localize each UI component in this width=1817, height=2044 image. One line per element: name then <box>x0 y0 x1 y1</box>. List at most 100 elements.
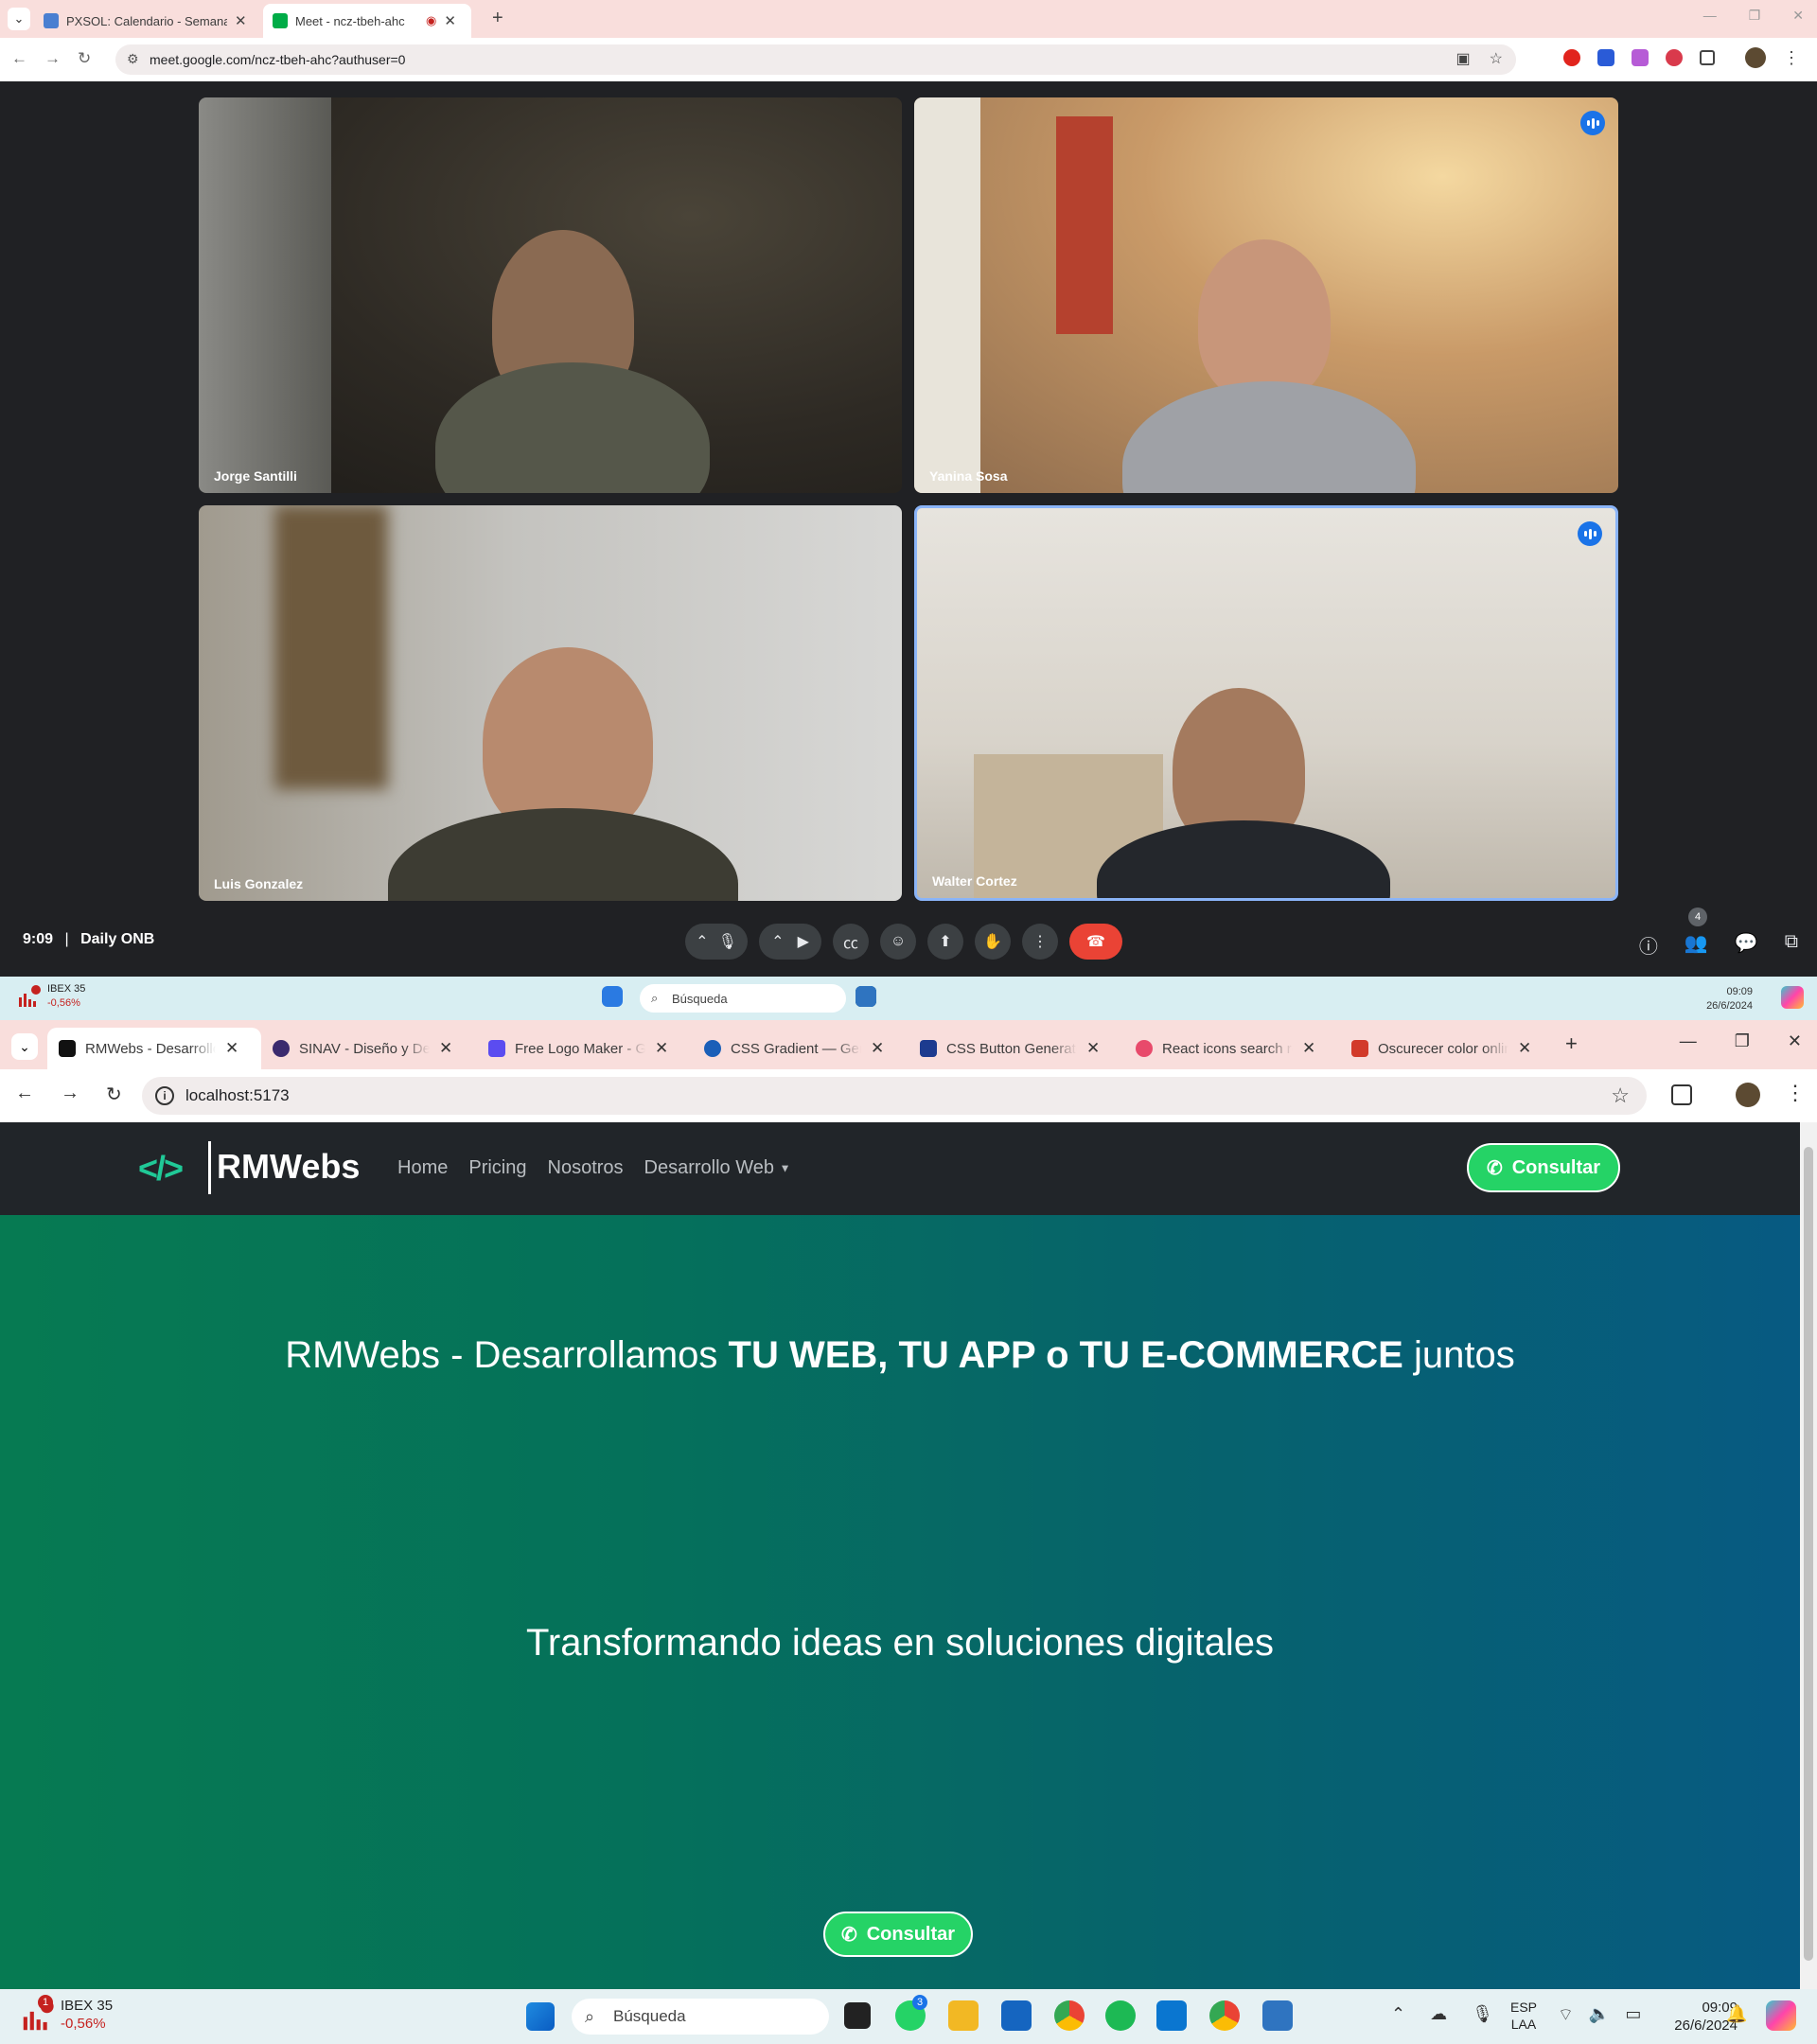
chrome-menu-icon[interactable]: ⋮ <box>1785 1081 1806 1105</box>
chat-icon[interactable]: 💬 <box>1735 931 1758 959</box>
microphone-button[interactable]: ⌃ 🎙 <box>685 924 748 960</box>
profile-avatar[interactable] <box>1745 47 1766 68</box>
leave-call-button[interactable]: ☎ <box>1069 924 1122 960</box>
chrome-icon[interactable] <box>1054 2000 1085 2031</box>
close-tab-icon[interactable]: ✕ <box>1086 1039 1100 1058</box>
ibex-widget[interactable]: 1 IBEX 35 -0,56% <box>21 1995 113 2033</box>
camera-button[interactable]: ⌃ ▶ <box>759 924 821 960</box>
copilot-icon[interactable] <box>1781 986 1804 1009</box>
file-explorer-icon[interactable] <box>948 2000 979 2031</box>
nav-link-nosotros[interactable]: Nosotros <box>548 1157 624 1179</box>
page-info-icon[interactable]: i <box>155 1086 174 1105</box>
tab-css-gradient[interactable]: CSS Gradient — Generator ✕ <box>693 1028 895 1069</box>
opera-extension-icon[interactable] <box>1563 49 1580 66</box>
close-tab-icon[interactable]: ✕ <box>1518 1039 1531 1058</box>
bookmark-star-icon[interactable]: ☆ <box>1611 1084 1630 1108</box>
language-indicator[interactable]: ESP LAA <box>1510 1999 1537 2033</box>
navbar-consultar-button[interactable]: ✆ Consultar <box>1467 1143 1620 1192</box>
participant-tile[interactable]: Yanina Sosa <box>914 97 1618 493</box>
chevron-up-icon[interactable]: ⌃ <box>1391 2004 1405 2024</box>
close-tab-icon[interactable]: ✕ <box>235 12 247 29</box>
tab-react-icons[interactable]: React icons search results ✕ <box>1124 1028 1327 1069</box>
captions-button[interactable]: ㏄ <box>833 924 869 960</box>
tab-css-button[interactable]: CSS Button Generator ✕ <box>908 1028 1111 1069</box>
restore-icon[interactable]: ❐ <box>1749 8 1761 24</box>
raise-hand-button[interactable]: ✋ <box>975 924 1011 960</box>
participant-tile-active[interactable]: Walter Cortez <box>914 505 1618 901</box>
reload-icon[interactable]: ↻ <box>78 49 91 68</box>
tab-pxsol-calendar[interactable]: PXSOL: Calendario - Semana de ✕ <box>34 4 256 38</box>
nav-dropdown-desarrollo-web[interactable]: Desarrollo Web ▼ <box>644 1157 791 1179</box>
mini-clock[interactable]: 09:09 26/6/2024 <box>1706 985 1753 1013</box>
vscode-icon[interactable] <box>1156 2000 1187 2031</box>
store-icon[interactable] <box>1001 2000 1032 2031</box>
ibex-widget[interactable]: IBEX 35 -0,56% <box>17 982 85 1011</box>
taskbar-search-box[interactable]: ⌕ Búsqueda <box>572 1999 829 2035</box>
tab-meet[interactable]: Meet - ncz-tbeh-ahc ◉ ✕ <box>263 4 471 38</box>
new-tab-button[interactable]: + <box>1565 1031 1578 1056</box>
address-bar[interactable]: ⚙ meet.google.com/ncz-tbeh-ahc?authuser=… <box>115 44 1516 75</box>
quick-settings[interactable]: ⌔ 🔈 ▭ <box>1558 2004 1641 2026</box>
site-settings-icon[interactable]: ⚙ <box>127 51 139 67</box>
extensions-puzzle-icon[interactable] <box>1671 1084 1692 1105</box>
red-extension-icon[interactable] <box>1666 49 1683 66</box>
tab-search-icon[interactable]: ⌄ <box>8 8 30 30</box>
mini-search-box[interactable]: ⌕ Búsqueda <box>640 984 846 1013</box>
new-tab-button[interactable]: + <box>492 8 503 29</box>
profile-avatar[interactable] <box>1736 1083 1760 1107</box>
back-icon[interactable]: ← <box>15 1083 34 1106</box>
brand-name[interactable]: RMWebs <box>217 1147 360 1187</box>
code-logo-icon[interactable]: </> <box>138 1149 184 1189</box>
chrome-icon[interactable] <box>1209 2000 1240 2031</box>
nav-link-home[interactable]: Home <box>397 1157 448 1179</box>
task-view-icon[interactable] <box>844 2002 871 2029</box>
forward-icon[interactable]: → <box>61 1083 79 1106</box>
chrome-menu-icon[interactable]: ⋮ <box>1783 48 1800 68</box>
shield-extension-icon[interactable] <box>1597 49 1614 66</box>
forward-icon[interactable]: → <box>44 49 61 68</box>
participant-tile[interactable]: Luis Gonzalez <box>199 505 902 901</box>
participant-tile[interactable]: Jorge Santilli <box>199 97 902 493</box>
hero-consultar-button[interactable]: ✆ Consultar <box>823 1912 973 1957</box>
notepad-icon[interactable] <box>856 986 876 1007</box>
present-button[interactable]: ⬆ <box>927 924 963 960</box>
minimize-icon[interactable]: — <box>1680 1031 1697 1051</box>
notifications-bell-icon[interactable]: 🔔 <box>1726 2004 1747 2024</box>
tab-logo-maker[interactable]: Free Logo Maker - Get ✕ <box>477 1028 679 1069</box>
tab-sinav[interactable]: SINAV - Diseño y Desarrollo ✕ <box>261 1028 464 1069</box>
extensions-puzzle-icon[interactable] <box>1700 50 1715 65</box>
chevron-up-icon[interactable]: ⌃ <box>771 932 784 951</box>
close-window-icon[interactable]: ✕ <box>1792 8 1804 24</box>
nav-link-pricing[interactable]: Pricing <box>468 1157 526 1179</box>
close-tab-icon[interactable]: ✕ <box>225 1039 238 1058</box>
camera-in-use-icon[interactable]: ▣ <box>1456 49 1471 68</box>
reload-icon[interactable]: ↻ <box>106 1083 122 1106</box>
copilot-icon[interactable] <box>1766 2000 1796 2031</box>
minimize-icon[interactable]: — <box>1703 8 1717 24</box>
emoji-button[interactable]: ☺ <box>880 924 916 960</box>
close-tab-icon[interactable]: ✕ <box>439 1039 452 1058</box>
people-icon[interactable]: 👥 <box>1685 931 1708 959</box>
close-tab-icon[interactable]: ✕ <box>444 12 456 29</box>
colorpick-extension-icon[interactable] <box>1632 49 1649 66</box>
address-bar[interactable]: i localhost:5173 ☆ <box>142 1077 1647 1115</box>
page-scrollbar[interactable] <box>1800 1122 1817 1989</box>
spotify-icon[interactable] <box>1105 2000 1136 2031</box>
cloud-icon[interactable]: ☁ <box>1430 2004 1447 2024</box>
tab-search-icon[interactable]: ⌄ <box>11 1033 38 1060</box>
more-options-button[interactable]: ⋮ <box>1022 924 1058 960</box>
notepad-icon[interactable] <box>1262 2000 1293 2031</box>
scrollbar-thumb[interactable] <box>1804 1147 1813 1961</box>
close-tab-icon[interactable]: ✕ <box>871 1039 884 1058</box>
restore-icon[interactable]: ❐ <box>1735 1031 1750 1051</box>
close-window-icon[interactable]: ✕ <box>1788 1031 1802 1051</box>
bookmark-star-icon[interactable]: ☆ <box>1490 49 1503 68</box>
info-icon[interactable]: ⓘ <box>1639 931 1658 959</box>
close-tab-icon[interactable]: ✕ <box>655 1039 668 1058</box>
tab-oscurecer[interactable]: Oscurecer color online ✕ <box>1340 1028 1543 1069</box>
microphone-icon[interactable]: 🎙 <box>1472 2004 1493 2024</box>
tab-rmwebs[interactable]: RMWebs - Desarrollo ✕ <box>47 1028 261 1069</box>
back-icon[interactable]: ← <box>11 49 27 68</box>
close-tab-icon[interactable]: ✕ <box>1302 1039 1315 1058</box>
chevron-up-icon[interactable]: ⌃ <box>696 932 708 951</box>
